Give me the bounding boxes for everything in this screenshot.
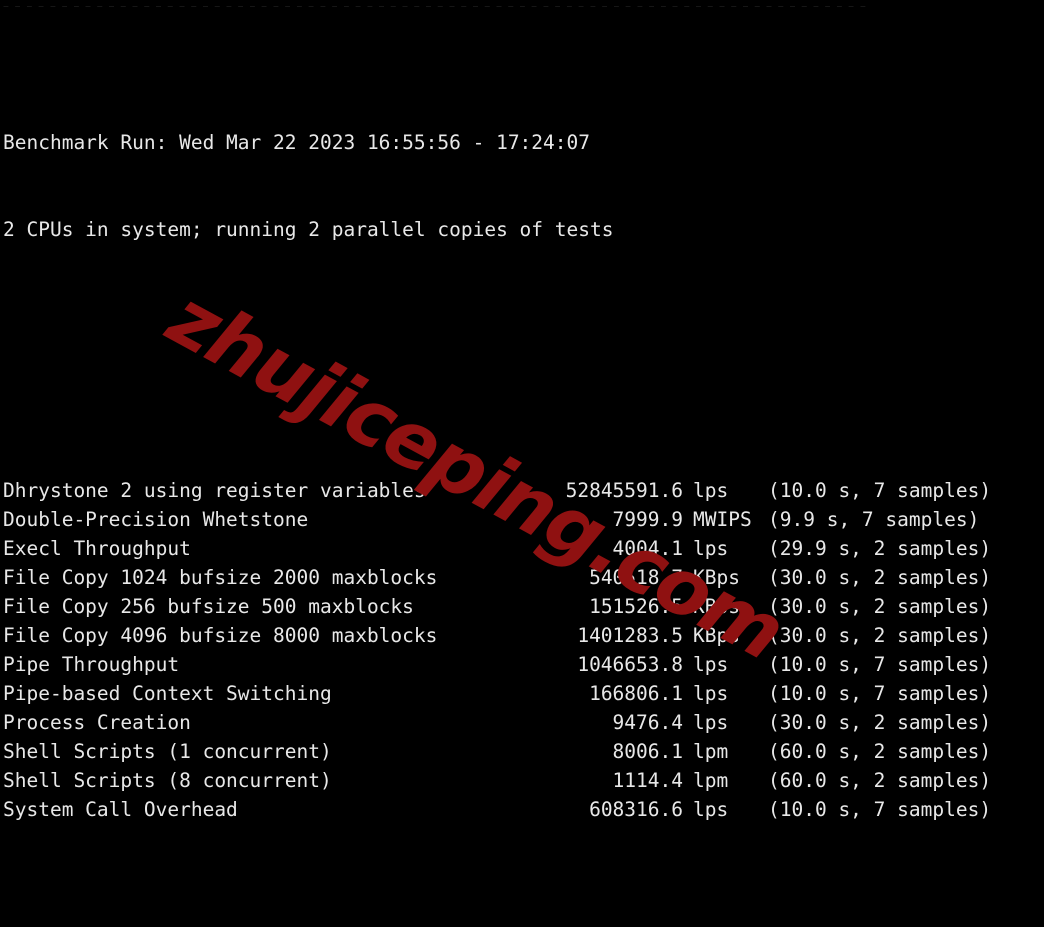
- cpu-count-line: 2 CPUs in system; running 2 parallel cop…: [3, 215, 1044, 244]
- raw-test-unit: MWIPS: [693, 508, 752, 531]
- raw-test-detail: (60.0 s, 2 samples): [768, 740, 992, 763]
- cpu-count-text: 2 CPUs in system; running 2 parallel cop…: [3, 218, 614, 241]
- raw-test-name: Double-Precision Whetstone: [3, 508, 309, 531]
- raw-test-value: 151526.5: [589, 595, 683, 618]
- raw-test-value: 1046653.8: [577, 653, 683, 676]
- table-row: Execl Throughput 4004.1 lps (29.9 s, 2 samp…: [3, 534, 1044, 563]
- raw-test-detail: (10.0 s, 7 samples): [768, 798, 992, 821]
- raw-results-table: Dhrystone 2 using register variables 5284…: [3, 476, 1044, 824]
- raw-test-value: 4004.1: [612, 537, 683, 560]
- table-row: Dhrystone 2 using register variables 5284…: [3, 476, 1044, 505]
- raw-test-name: System Call Overhead: [3, 798, 238, 821]
- raw-test-name: Pipe-based Context Switching: [3, 682, 332, 705]
- table-row: Shell Scripts (8 concurrent) 1114.4 lpm (60…: [3, 766, 1044, 795]
- table-row: Double-Precision Whetstone 7999.9 MWIPS (9.…: [3, 505, 1044, 534]
- raw-test-unit: lps: [693, 711, 729, 734]
- raw-test-unit: lps: [693, 479, 729, 502]
- raw-test-value: 1401283.5: [577, 624, 683, 647]
- raw-test-value: 9476.4: [612, 711, 683, 734]
- raw-test-detail: (9.9 s, 7 samples): [768, 508, 980, 531]
- raw-test-unit: KBps: [693, 595, 740, 618]
- table-row: Process Creation 9476.4 lps (30.0 s, 2 samp…: [3, 708, 1044, 737]
- table-row: Shell Scripts (1 concurrent) 8006.1 lpm (60…: [3, 737, 1044, 766]
- table-row: File Copy 4096 bufsize 8000 maxblocks 140…: [3, 621, 1044, 650]
- raw-test-unit: lps: [693, 682, 729, 705]
- raw-test-name: File Copy 4096 bufsize 8000 maxblocks: [3, 624, 438, 647]
- raw-test-detail: (30.0 s, 2 samples): [768, 566, 992, 589]
- raw-test-name: Process Creation: [3, 711, 191, 734]
- raw-test-name: File Copy 1024 bufsize 2000 maxblocks: [3, 566, 438, 589]
- table-row: File Copy 256 bufsize 500 maxblocks 15152…: [3, 592, 1044, 621]
- raw-test-name: File Copy 256 bufsize 500 maxblocks: [3, 595, 414, 618]
- table-row: Pipe Throughput 1046653.8 lps (10.0 s, 7 sa…: [3, 650, 1044, 679]
- raw-test-detail: (29.9 s, 2 samples): [768, 537, 992, 560]
- raw-test-name: Shell Scripts (1 concurrent): [3, 740, 332, 763]
- raw-test-detail: (30.0 s, 2 samples): [768, 624, 992, 647]
- raw-test-value: 52845591.6: [565, 479, 683, 502]
- raw-test-value: 166806.1: [589, 682, 683, 705]
- raw-test-value: 608316.6: [589, 798, 683, 821]
- raw-test-unit: lps: [693, 537, 729, 560]
- raw-test-unit: lps: [693, 653, 729, 676]
- raw-test-detail: (10.0 s, 7 samples): [768, 653, 992, 676]
- table-row: System Call Overhead 608316.6 lps (10.0 s, …: [3, 795, 1044, 824]
- raw-test-unit: KBps: [693, 624, 740, 647]
- raw-test-detail: (10.0 s, 7 samples): [768, 682, 992, 705]
- top-dashed-rule: ----------------------------------------…: [0, 0, 940, 7]
- raw-test-unit: lps: [693, 798, 729, 821]
- raw-test-unit: lpm: [693, 769, 729, 792]
- benchmark-run-line: Benchmark Run: Wed Mar 22 2023 16:55:56 …: [3, 128, 1044, 157]
- raw-test-name: Shell Scripts (8 concurrent): [3, 769, 332, 792]
- raw-test-detail: (60.0 s, 2 samples): [768, 769, 992, 792]
- table-row: Pipe-based Context Switching 166806.1 lps (…: [3, 679, 1044, 708]
- table-row: File Copy 1024 bufsize 2000 maxblocks 540…: [3, 563, 1044, 592]
- raw-test-value: 8006.1: [612, 740, 683, 763]
- terminal-output: Benchmark Run: Wed Mar 22 2023 16:55:56 …: [3, 12, 1044, 927]
- raw-test-name: Execl Throughput: [3, 537, 191, 560]
- raw-test-detail: (30.0 s, 2 samples): [768, 711, 992, 734]
- raw-test-detail: (10.0 s, 7 samples): [768, 479, 992, 502]
- raw-test-name: Pipe Throughput: [3, 653, 180, 676]
- raw-test-value: 540518.7: [589, 566, 683, 589]
- benchmark-run-text: Benchmark Run: Wed Mar 22 2023 16:55:56 …: [3, 131, 590, 154]
- raw-test-detail: (30.0 s, 2 samples): [768, 595, 992, 618]
- raw-test-value: 7999.9: [612, 508, 683, 531]
- raw-test-unit: lpm: [693, 740, 729, 763]
- raw-test-name: Dhrystone 2 using register variables: [3, 479, 426, 502]
- terminal-window: ----------------------------------------…: [0, 0, 1044, 927]
- raw-test-value: 1114.4: [612, 769, 683, 792]
- raw-test-unit: KBps: [693, 566, 740, 589]
